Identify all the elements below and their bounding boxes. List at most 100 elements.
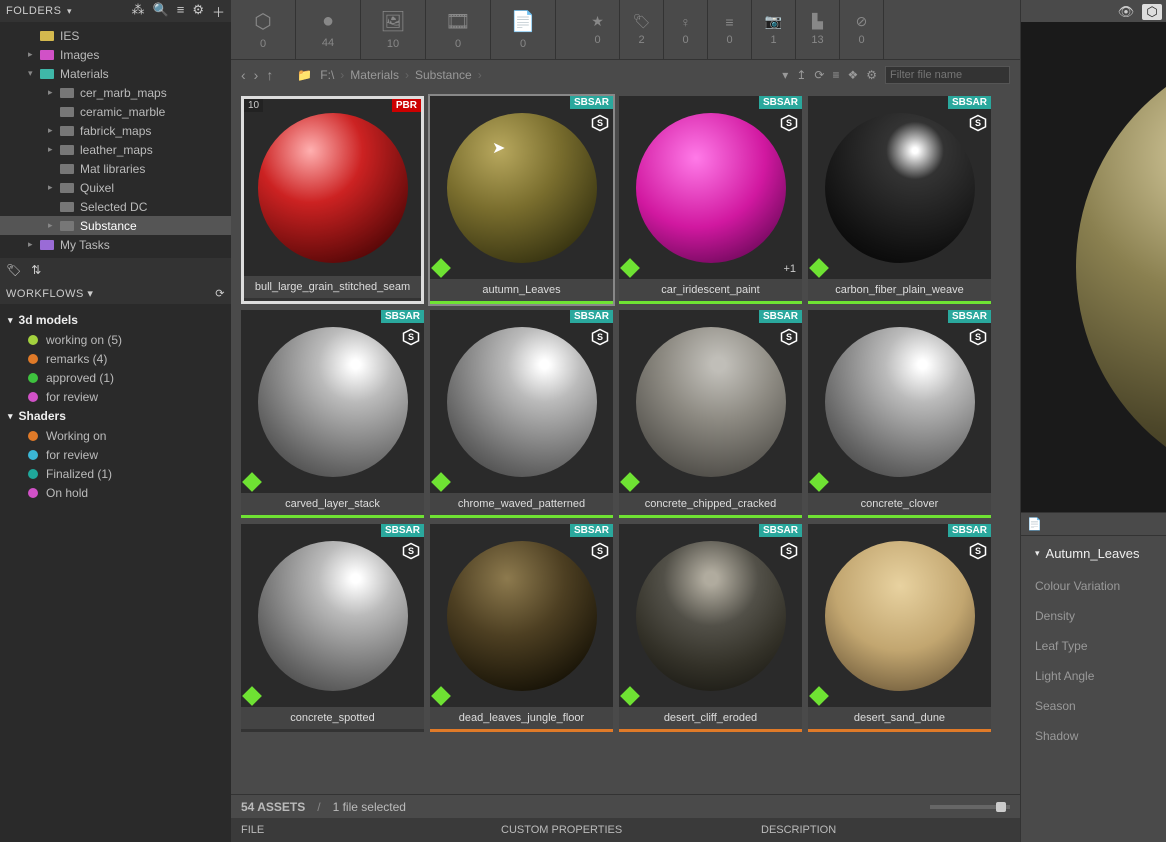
asset-card[interactable]: SBSARSdesert_cliff_eroded: [619, 524, 802, 732]
col-desc[interactable]: DESCRIPTION: [761, 824, 1010, 836]
asset-card[interactable]: SBSARSchrome_waved_patterned: [430, 310, 613, 518]
status-diamond-icon: [431, 258, 451, 278]
property-item[interactable]: Light Angle: [1035, 661, 1152, 691]
workflow-item[interactable]: Working on: [8, 426, 223, 445]
toolbar-filter-small[interactable]: ≡0: [708, 0, 752, 59]
toolbar-filter-small[interactable]: ♀0: [664, 0, 708, 59]
toolbar-filter-small[interactable]: ★0: [576, 0, 620, 59]
dropdown-caret-icon[interactable]: ▾: [782, 68, 788, 82]
workflow-item[interactable]: approved (1): [8, 368, 223, 387]
workflow-item[interactable]: remarks (4): [8, 349, 223, 368]
workflow-item[interactable]: working on (5): [8, 330, 223, 349]
tree-item[interactable]: Mat libraries: [0, 159, 231, 178]
eye-icon[interactable]: 👁: [1116, 4, 1136, 20]
asset-grid: 10PBRbull_large_grain_stitched_seamSBSAR…: [241, 96, 1020, 732]
asset-card[interactable]: SBSARSdesert_sand_dune: [808, 524, 991, 732]
asset-card[interactable]: SBSARS+1car_iridescent_paint: [619, 96, 802, 304]
tree-item[interactable]: ▾Materials: [0, 64, 231, 83]
refresh-icon[interactable]: ⟳: [814, 68, 824, 82]
workflow-group[interactable]: ▾3d models: [8, 310, 223, 330]
tree-item[interactable]: ▸Substance: [0, 216, 231, 235]
toolbar-filter-small[interactable]: ⊘0: [840, 0, 884, 59]
toolbar-filter[interactable]: ⬡0: [231, 0, 296, 59]
svg-text:S: S: [597, 332, 603, 342]
svg-text:S: S: [975, 546, 981, 556]
document-icon[interactable]: 📄: [1027, 517, 1042, 531]
svg-text:S: S: [408, 546, 414, 556]
workflows-header: WORKFLOWS ▾ ⟳: [0, 282, 231, 304]
refresh-icon[interactable]: ⟳: [215, 287, 225, 300]
wand-icon[interactable]: ⁂: [132, 2, 145, 21]
properties-title[interactable]: ▾ Autumn_Leaves: [1035, 546, 1152, 561]
folder-icon: 📁: [297, 68, 312, 82]
asset-card[interactable]: SBSARS➤autumn_Leaves: [430, 96, 613, 304]
nav-back-icon[interactable]: ‹: [241, 67, 246, 83]
toolbar-filter-small[interactable]: ▙13: [796, 0, 840, 59]
toolbar-filter-small[interactable]: 🏷2: [620, 0, 664, 59]
status-diamond-icon: [809, 686, 829, 706]
property-item[interactable]: Season: [1035, 691, 1152, 721]
tree-item[interactable]: Selected DC: [0, 197, 231, 216]
asset-card[interactable]: SBSARSdead_leaves_jungle_floor: [430, 524, 613, 732]
export-icon[interactable]: ↥: [796, 68, 806, 82]
asset-card[interactable]: SBSARSconcrete_clover: [808, 310, 991, 518]
col-file[interactable]: FILE: [241, 824, 501, 836]
property-item[interactable]: Colour Variation: [1035, 571, 1152, 601]
workflow-group[interactable]: ▾Shaders: [8, 406, 223, 426]
asset-card[interactable]: SBSARScarbon_fiber_plain_weave: [808, 96, 991, 304]
asset-card[interactable]: SBSARSconcrete_chipped_cracked: [619, 310, 802, 518]
filter-input[interactable]: [885, 66, 1010, 84]
cube-icon[interactable]: ⬡: [1142, 4, 1162, 20]
gear-icon[interactable]: ⚙: [866, 68, 877, 82]
breadcrumb[interactable]: F:\›Materials›Substance›: [320, 68, 481, 82]
layers-icon[interactable]: ❖: [847, 68, 858, 82]
tree-item[interactable]: ▸My Tasks: [0, 235, 231, 254]
status-diamond-icon: [431, 472, 451, 492]
tree-item[interactable]: ▸cer_marb_maps: [0, 83, 231, 102]
plus-icon[interactable]: ＋: [212, 2, 225, 21]
property-item[interactable]: Shadow: [1035, 721, 1152, 751]
toolbar-filter[interactable]: ●44: [296, 0, 361, 59]
toolbar-filter[interactable]: 📄0: [491, 0, 556, 59]
property-item[interactable]: Density: [1035, 601, 1152, 631]
tree-item[interactable]: ▸Quixel: [0, 178, 231, 197]
workflow-item[interactable]: for review: [8, 445, 223, 464]
toolbar-filter[interactable]: 🖼10: [361, 0, 426, 59]
thumb-size-slider[interactable]: [930, 805, 1010, 809]
tree-item[interactable]: ▸Images: [0, 45, 231, 64]
workflow-item[interactable]: Finalized (1): [8, 464, 223, 483]
tag-icon[interactable]: 🏷: [6, 263, 21, 277]
toolbar-filter[interactable]: 🎞0: [426, 0, 491, 59]
tree-item[interactable]: ▸fabrick_maps: [0, 121, 231, 140]
table-header: FILE CUSTOM PROPERTIES DESCRIPTION: [231, 818, 1020, 842]
gear-icon[interactable]: ⚙: [192, 2, 204, 21]
list-icon[interactable]: ≡: [832, 68, 839, 82]
top-toolbar: ⬡0●44🖼10🎞0📄0 ★0🏷2♀0≡0📷1▙13⊘0: [231, 0, 1020, 60]
property-item[interactable]: Leaf Type: [1035, 631, 1152, 661]
svg-text:S: S: [975, 118, 981, 128]
search-icon[interactable]: 🔍: [153, 2, 169, 21]
workflow-item[interactable]: for review: [8, 387, 223, 406]
asset-count: 54 ASSETS: [241, 800, 305, 814]
col-custom[interactable]: CUSTOM PROPERTIES: [501, 824, 761, 836]
svg-text:S: S: [786, 332, 792, 342]
tree-item[interactable]: ▸leather_maps: [0, 140, 231, 159]
workflow-item[interactable]: On hold: [8, 483, 223, 502]
preview-viewport[interactable]: [1021, 22, 1166, 512]
preview-tools: 📄: [1021, 512, 1166, 536]
sort-icon[interactable]: ⇅: [31, 263, 41, 277]
asset-card[interactable]: SBSARSconcrete_spotted: [241, 524, 424, 732]
status-diamond-icon: [809, 258, 829, 278]
asset-card[interactable]: SBSARScarved_layer_stack: [241, 310, 424, 518]
asset-card[interactable]: 10PBRbull_large_grain_stitched_seam: [241, 96, 424, 304]
svg-text:S: S: [597, 118, 603, 128]
nav-forward-icon[interactable]: ›: [254, 67, 259, 83]
mid-tools-bar: 🏷 ⇅: [0, 258, 231, 282]
list-icon[interactable]: ≡: [177, 2, 185, 21]
status-bar: 54 ASSETS / 1 file selected: [231, 794, 1020, 818]
toolbar-filter-small[interactable]: 📷1: [752, 0, 796, 59]
status-diamond-icon: [620, 472, 640, 492]
tree-item[interactable]: IES: [0, 26, 231, 45]
nav-up-icon[interactable]: ↑: [266, 67, 273, 83]
tree-item[interactable]: ceramic_marble: [0, 102, 231, 121]
